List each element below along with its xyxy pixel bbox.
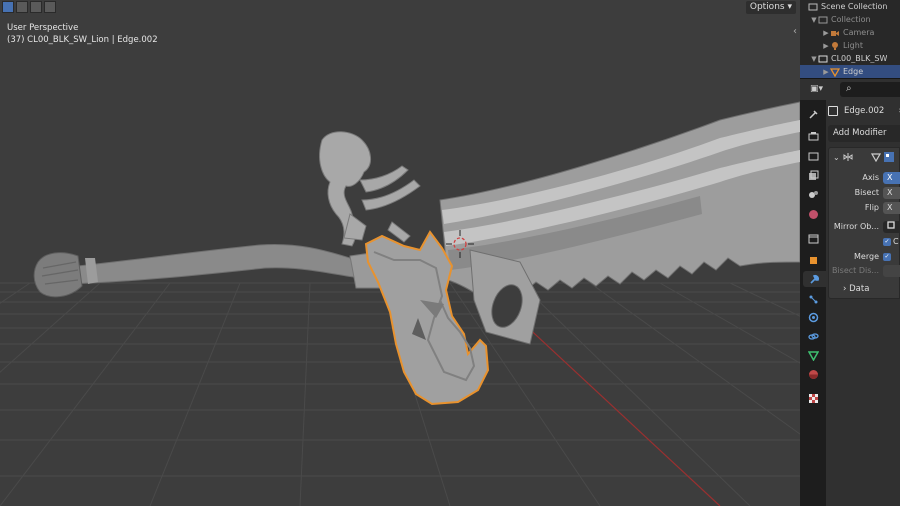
chevron-right-icon[interactable]: ▶ <box>822 29 830 37</box>
options-label: Options <box>749 2 785 12</box>
merge-row: Merge ✓ <box>829 250 900 263</box>
axis-row: Axis X <box>829 171 900 184</box>
bisect-x-toggle[interactable]: X <box>883 186 900 199</box>
chevron-down-icon[interactable]: ⌄ <box>833 153 840 162</box>
bisect-distance-field[interactable] <box>883 264 900 277</box>
right-panels: Scene Collection ▼ Collection ▶ Camera ▶… <box>800 0 900 506</box>
outliner-camera[interactable]: ▶ Camera <box>800 26 900 39</box>
outliner-light[interactable]: ▶ Light <box>800 39 900 52</box>
object-info: (37) CL00_BLK_SW_Lion | Edge.002 <box>7 35 158 45</box>
sword-blade <box>439 101 800 345</box>
viewport-info: User Perspective (37) CL00_BLK_SW_Lion |… <box>7 22 158 46</box>
object-name-field[interactable]: Edge.002 › <box>828 103 900 119</box>
search-icon: ⌕ <box>846 83 852 94</box>
view-name: User Perspective <box>7 23 79 33</box>
camera-icon <box>831 30 839 36</box>
flip-row: Flip X <box>829 201 900 214</box>
outliner-label: Edge <box>843 67 864 76</box>
editor-type-icon[interactable]: ▣▾ <box>810 84 826 96</box>
chevron-right-icon[interactable]: ▶ <box>822 42 830 50</box>
physics-icon[interactable] <box>805 309 821 325</box>
sword-handle <box>33 243 383 298</box>
mirror-object-label: Mirror Ob... <box>833 222 879 231</box>
outliner[interactable]: Scene Collection ▼ Collection ▶ Camera ▶… <box>800 0 900 78</box>
clipping-checkbox[interactable]: ✓ <box>883 237 891 246</box>
axis-x-toggle[interactable]: X <box>883 171 900 184</box>
merge-checkbox[interactable]: ✓ <box>883 252 891 261</box>
merge-label: Merge <box>854 252 879 261</box>
bisect-distance-label: Bisect Dis... <box>831 266 879 275</box>
object-icon[interactable] <box>805 252 821 268</box>
outliner-mesh-row[interactable]: ▶ Edge <box>800 65 900 78</box>
bisect-row: Bisect X <box>829 186 900 199</box>
outliner-label: Camera <box>843 28 875 37</box>
modifier-header[interactable]: ⌄ <box>829 148 900 166</box>
properties-search-input[interactable]: ⌕ <box>840 82 900 97</box>
mirror-modifier-icon <box>843 153 853 161</box>
chevron-right-icon: › <box>843 284 847 294</box>
texture-icon[interactable] <box>805 390 821 406</box>
add-modifier-button[interactable]: Add Modifier <box>828 125 900 142</box>
material-icon[interactable] <box>805 366 821 382</box>
data-subpanel-header[interactable]: › Data <box>843 284 869 294</box>
select-subtract-icon[interactable] <box>30 1 42 13</box>
clipping-label: C <box>893 237 899 246</box>
render-icon[interactable] <box>805 128 821 144</box>
bisect-distance-row: Bisect Dis... <box>829 264 900 277</box>
mesh-icon <box>830 67 840 77</box>
outliner-object-row[interactable]: ▼ CL00_BLK_SW <box>800 52 900 65</box>
object-square-icon <box>828 106 838 116</box>
chevron-down-icon[interactable]: ▼ <box>810 55 818 63</box>
properties-header: ▣▾ ⌕ <box>800 78 900 101</box>
collection-icon <box>818 55 828 62</box>
mirror-object-field[interactable] <box>883 220 900 233</box>
tool-icon[interactable] <box>805 106 821 122</box>
outliner-label: Scene Collection <box>821 2 888 11</box>
edit-mode-toggle-icon[interactable] <box>870 152 881 162</box>
light-icon <box>832 41 838 50</box>
outliner-scene-collection[interactable]: Scene Collection <box>800 0 900 13</box>
particles-icon[interactable] <box>805 291 821 307</box>
select-mode-group[interactable] <box>2 1 56 13</box>
mirror-object-row: Mirror Ob... <box>829 220 900 233</box>
modifier-icon[interactable] <box>803 271 826 287</box>
bisect-label: Bisect <box>854 188 879 197</box>
sidebar-toggle-icon[interactable]: ‹ <box>793 26 797 37</box>
scene-icon[interactable] <box>805 186 821 202</box>
outliner-label: Collection <box>831 15 871 24</box>
viewport-header: Options ▾ <box>0 0 800 15</box>
scene-canvas[interactable] <box>0 0 800 506</box>
select-extend-icon[interactable] <box>16 1 28 13</box>
3d-viewport[interactable]: Options ▾ User Perspective (37) CL00_BLK… <box>0 0 800 506</box>
chevron-down-icon[interactable]: ▼ <box>810 16 818 24</box>
object-square-icon <box>887 220 895 229</box>
output-icon[interactable] <box>805 148 821 164</box>
flip-x-toggle[interactable]: X <box>883 201 900 214</box>
chevron-down-icon: ▾ <box>787 2 792 12</box>
outliner-collection[interactable]: ▼ Collection <box>800 13 900 26</box>
data-label: Data <box>849 284 870 294</box>
select-intersect-icon[interactable] <box>44 1 56 13</box>
properties-tabs <box>800 100 826 506</box>
flip-label: Flip <box>864 203 879 212</box>
chevron-right-icon[interactable]: ▶ <box>822 68 830 76</box>
view-layer-icon[interactable] <box>805 167 821 183</box>
constraints-icon[interactable] <box>805 328 821 344</box>
scene-collection-icon <box>808 3 818 10</box>
data-icon[interactable] <box>805 347 821 363</box>
select-box-icon[interactable] <box>2 1 14 13</box>
object-name: Edge.002 <box>844 106 885 116</box>
clipping-row: ✓ C <box>829 235 900 248</box>
properties-content: Edge.002 › Add Modifier ⌄ Axis X Bisect … <box>826 100 900 506</box>
lion-sculpt <box>319 131 421 247</box>
outliner-label: Light <box>843 41 863 50</box>
collection-icon[interactable] <box>805 230 821 246</box>
options-dropdown[interactable]: Options ▾ <box>745 1 796 14</box>
mirror-modifier-panel: ⌄ Axis X Bisect X Flip X Mirror Ob... ✓ … <box>828 147 900 299</box>
axis-label: Axis <box>862 173 879 182</box>
world-icon[interactable] <box>805 206 821 222</box>
realtime-toggle-icon[interactable] <box>883 152 894 162</box>
outliner-label: CL00_BLK_SW <box>831 54 888 63</box>
collection-icon <box>818 16 828 23</box>
